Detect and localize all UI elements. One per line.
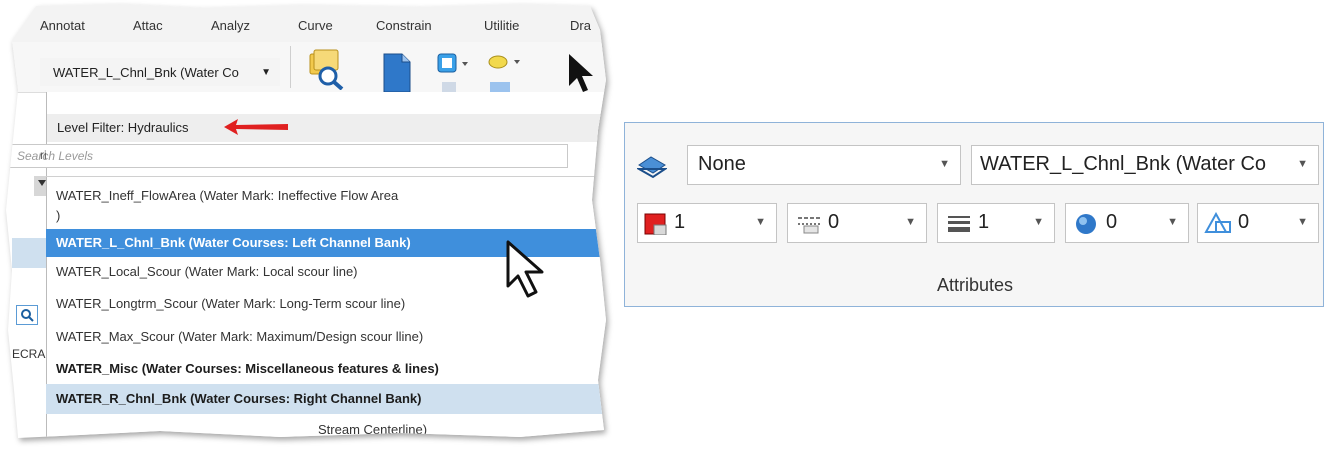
tab-drawing[interactable]: Dra — [570, 18, 591, 33]
transparency-sphere-icon — [1076, 214, 1096, 234]
search-icon[interactable] — [16, 305, 38, 325]
left-edge-highlight — [12, 238, 46, 268]
level-item-ineff-flowarea[interactable]: WATER_Ineff_FlowArea (Water Mark: Ineffe… — [46, 188, 606, 208]
materials-icon[interactable] — [486, 52, 526, 94]
active-level-select[interactable]: WATER_L_Chnl_Bnk (Water Co ▼ — [40, 58, 280, 86]
arrow-cursor-icon — [569, 54, 593, 92]
tab-annotate[interactable]: Annotat — [40, 18, 85, 33]
color-swatch-icon — [644, 213, 667, 235]
tab-utilities[interactable]: Utilitie — [484, 18, 519, 33]
level-display-icon[interactable] — [637, 153, 667, 179]
chevron-down-icon: ▼ — [261, 67, 271, 78]
level-display-select[interactable]: None ▼ — [687, 145, 961, 185]
priority-shapes-icon — [1204, 212, 1231, 233]
left-edge-text: ECRA — [12, 347, 46, 361]
priority-value: 0 — [1238, 211, 1250, 233]
chevron-down-icon: ▼ — [1167, 216, 1178, 228]
level-item-max-scour[interactable]: WATER_Max_Scour (Water Mark: Maximum/Des… — [46, 329, 606, 349]
transparency-value: 0 — [1106, 211, 1118, 233]
tab-analyze[interactable]: Analyz — [211, 18, 250, 33]
tab-curve[interactable]: Curve — [298, 18, 333, 33]
level-item-r-chnl-bnk[interactable]: WATER_R_Chnl_Bnk (Water Courses: Right C… — [46, 384, 606, 414]
color-select[interactable]: 1 ▼ — [637, 203, 777, 243]
line-weight-value: 1 — [978, 211, 990, 233]
level-item-continuation: ) — [56, 208, 61, 223]
level-filter-label: Level Filter: Hydraulics — [47, 114, 606, 142]
active-level-value: WATER_L_Chnl_Bnk (Water Co — [53, 65, 239, 80]
chevron-down-icon: ▼ — [939, 158, 950, 170]
attributes-group-title: Attributes — [936, 275, 1014, 295]
transparency-select[interactable]: 0 ▼ — [1065, 203, 1189, 243]
left-edge-char: ri — [40, 148, 47, 162]
line-style-icon — [798, 217, 820, 234]
chevron-down-icon — [38, 180, 46, 186]
chevron-down-icon: ▼ — [755, 216, 766, 228]
left-edge-panel — [34, 176, 46, 196]
line-style-select[interactable]: 0 ▼ — [787, 203, 927, 243]
chevron-down-icon: ▼ — [1297, 216, 1308, 228]
torn-panel: Annotat Attac Analyz Curve Constrain Uti… — [6, 4, 606, 438]
line-weight-icon — [948, 216, 970, 232]
level-item-stream-centerline[interactable]: Stream Centerline) — [46, 422, 606, 438]
attributes-panel: None ▼ WATER_L_Chnl_Bnk (Water Co ▼ 1 ▼ … — [624, 122, 1324, 307]
priority-select[interactable]: 0 ▼ — [1197, 203, 1319, 243]
level-display-icon[interactable] — [306, 48, 348, 90]
chevron-down-icon: ▼ — [1033, 216, 1044, 228]
ribbon-separator — [290, 46, 291, 88]
list-divider — [46, 176, 606, 177]
chevron-down-icon: ▼ — [905, 216, 916, 228]
active-level-select[interactable]: WATER_L_Chnl_Bnk (Water Co ▼ — [971, 145, 1319, 185]
red-arrow-icon — [224, 119, 288, 135]
line-weight-select[interactable]: 1 ▼ — [937, 203, 1055, 243]
level-display-value: None — [698, 153, 746, 175]
chevron-down-icon: ▼ — [1297, 158, 1308, 170]
tab-attach[interactable]: Attac — [133, 18, 163, 33]
level-dropdown-screenshot: Annotat Attac Analyz Curve Constrain Uti… — [0, 0, 615, 450]
color-value: 1 — [674, 211, 686, 233]
level-item-misc[interactable]: WATER_Misc (Water Courses: Miscellaneous… — [46, 361, 606, 381]
tab-constraints[interactable]: Constrain — [376, 18, 432, 33]
element-select-icon[interactable] — [434, 50, 484, 92]
pointer-cursor-icon — [506, 240, 544, 298]
document-icon[interactable] — [380, 50, 414, 92]
search-levels-input[interactable]: Search Levels — [8, 144, 568, 168]
active-level-value: WATER_L_Chnl_Bnk (Water Co — [980, 153, 1267, 175]
line-style-value: 0 — [828, 211, 840, 233]
